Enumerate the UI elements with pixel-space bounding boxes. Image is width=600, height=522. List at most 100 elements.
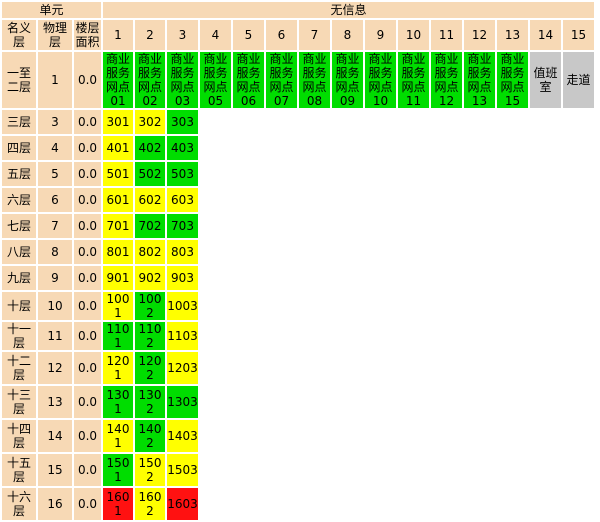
unit-cell[interactable]: 1002 [135, 292, 165, 320]
floor-name-cell: 十二层 [2, 352, 36, 384]
unit-cell[interactable]: 703 [167, 214, 198, 238]
unit-cell[interactable]: 301 [103, 110, 133, 134]
empty-cell [431, 322, 462, 350]
unit-cell[interactable]: 1603 [167, 488, 198, 520]
unit-cell[interactable]: 1003 [167, 292, 198, 320]
physical-floor-cell: 16 [38, 488, 72, 520]
unit-cell[interactable]: 603 [167, 188, 198, 212]
empty-cell [266, 136, 297, 160]
empty-cell [233, 188, 264, 212]
unit-cell[interactable]: 商业服务网点01 [103, 52, 133, 108]
unit-cell[interactable]: 1503 [167, 454, 198, 486]
unit-cell[interactable]: 702 [135, 214, 165, 238]
unit-cell[interactable]: 商业服务网点06 [233, 52, 264, 108]
empty-cell [398, 292, 429, 320]
unit-cell[interactable]: 1103 [167, 322, 198, 350]
empty-cell [266, 266, 297, 290]
physical-floor-cell: 15 [38, 454, 72, 486]
unit-cell[interactable]: 903 [167, 266, 198, 290]
unit-cell[interactable]: 1401 [103, 420, 133, 452]
unit-cell[interactable]: 501 [103, 162, 133, 186]
empty-cell [365, 214, 396, 238]
unit-cell[interactable]: 601 [103, 188, 133, 212]
empty-cell [365, 266, 396, 290]
unit-cell[interactable]: 302 [135, 110, 165, 134]
empty-cell [431, 266, 462, 290]
unit-cell[interactable]: 1402 [135, 420, 165, 452]
empty-cell [266, 110, 297, 134]
unit-cell[interactable]: 1101 [103, 322, 133, 350]
empty-cell [464, 454, 495, 486]
empty-cell [431, 188, 462, 212]
unit-cell[interactable]: 商业服务网点09 [332, 52, 363, 108]
floor-row: 十二层 12 0.0 1201 1202 1203 [2, 352, 594, 384]
empty-cell [530, 188, 561, 212]
unit-cell[interactable]: 401 [103, 136, 133, 160]
unit-cell[interactable]: 1403 [167, 420, 198, 452]
unit-cell[interactable]: 1301 [103, 386, 133, 418]
empty-cell [299, 162, 330, 186]
unit-cell[interactable]: 商业服务网点03 [167, 52, 198, 108]
empty-cell [530, 488, 561, 520]
unit-cell[interactable]: 1502 [135, 454, 165, 486]
unit-cell[interactable]: 1102 [135, 322, 165, 350]
empty-cell [464, 266, 495, 290]
unit-cell[interactable]: 1203 [167, 352, 198, 384]
unit-cell[interactable]: 商业服务网点13 [464, 52, 495, 108]
empty-cell [497, 162, 528, 186]
unit-cell[interactable]: 1602 [135, 488, 165, 520]
empty-cell [200, 110, 231, 134]
empty-cell [365, 162, 396, 186]
unit-cell[interactable]: 1601 [103, 488, 133, 520]
unit-cell[interactable]: 902 [135, 266, 165, 290]
unit-cell[interactable]: 802 [135, 240, 165, 264]
floor-row: 九层 9 0.0 901 902 903 [2, 266, 594, 290]
unit-cell[interactable]: 502 [135, 162, 165, 186]
unit-cell[interactable]: 803 [167, 240, 198, 264]
unit-cell[interactable]: 801 [103, 240, 133, 264]
floor-area-cell: 0.0 [74, 266, 101, 290]
empty-cell [563, 322, 594, 350]
unit-cell[interactable]: 402 [135, 136, 165, 160]
unit-cell[interactable]: 商业服务网点05 [200, 52, 231, 108]
unit-cell[interactable]: 1303 [167, 386, 198, 418]
empty-cell [332, 214, 363, 238]
empty-cell [332, 266, 363, 290]
physical-floor-cell: 8 [38, 240, 72, 264]
unit-cell[interactable]: 商业服务网点08 [299, 52, 330, 108]
unit-cell[interactable]: 值班室 [530, 52, 561, 108]
unit-cell[interactable]: 商业服务网点02 [135, 52, 165, 108]
unit-cell[interactable]: 303 [167, 110, 198, 134]
unit-cell[interactable]: 701 [103, 214, 133, 238]
empty-cell [332, 240, 363, 264]
unit-cell[interactable]: 走道 [563, 52, 594, 108]
unit-cell[interactable]: 商业服务网点11 [398, 52, 429, 108]
empty-cell [365, 386, 396, 418]
empty-cell [464, 292, 495, 320]
empty-cell [233, 454, 264, 486]
empty-cell [464, 488, 495, 520]
unit-cell[interactable]: 商业服务网点07 [266, 52, 297, 108]
empty-cell [497, 188, 528, 212]
unit-cell[interactable]: 901 [103, 266, 133, 290]
unit-cell[interactable]: 1501 [103, 454, 133, 486]
floor-area-cell: 0.0 [74, 454, 101, 486]
empty-cell [464, 214, 495, 238]
empty-cell [200, 188, 231, 212]
unit-cell[interactable]: 403 [167, 136, 198, 160]
unit-cell[interactable]: 1001 [103, 292, 133, 320]
empty-cell [563, 292, 594, 320]
unit-cell[interactable]: 503 [167, 162, 198, 186]
floor-row: 七层 7 0.0 701 702 703 [2, 214, 594, 238]
unit-cell[interactable]: 1302 [135, 386, 165, 418]
unit-cell[interactable]: 商业服务网点10 [365, 52, 396, 108]
physical-floor-cell: 3 [38, 110, 72, 134]
empty-cell [398, 386, 429, 418]
empty-cell [431, 488, 462, 520]
unit-cell[interactable]: 商业服务网点12 [431, 52, 462, 108]
unit-cell[interactable]: 602 [135, 188, 165, 212]
unit-cell[interactable]: 1201 [103, 352, 133, 384]
unit-cell[interactable]: 商业服务网点15 [497, 52, 528, 108]
floor-area-cell: 0.0 [74, 188, 101, 212]
unit-cell[interactable]: 1202 [135, 352, 165, 384]
